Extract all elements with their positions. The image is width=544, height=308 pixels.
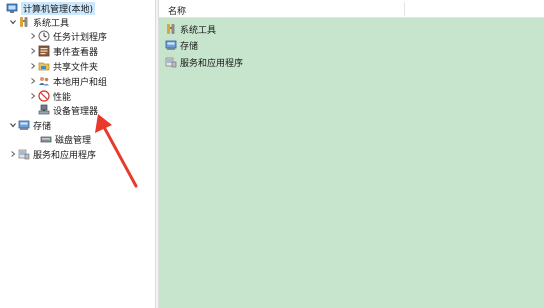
navigation-tree: 计算机管理(本地) 系统工具 任务计划程序 事件查看器 共享文件夹 本地用户和组… — [0, 0, 155, 308]
event-viewer-icon — [38, 45, 50, 57]
tree-item-services-applications[interactable]: 服务和应用程序 — [8, 147, 96, 161]
tree-item-task-scheduler[interactable]: 任务计划程序 — [28, 29, 107, 43]
tree-item-label: 系统工具 — [33, 18, 70, 29]
performance-icon — [38, 90, 50, 102]
tree-item-system-tools[interactable]: 系统工具 — [8, 15, 69, 29]
chevron-right-icon[interactable] — [28, 90, 38, 102]
system-tools-icon — [18, 16, 30, 28]
storage-icon — [165, 39, 177, 51]
column-header[interactable]: 名称 — [159, 0, 544, 18]
chevron-down-icon[interactable] — [8, 119, 18, 131]
tree-item-storage[interactable]: 存储 — [8, 118, 51, 132]
tree-item-label: 共享文件夹 — [53, 62, 99, 73]
services-apps-icon — [18, 148, 30, 160]
tree-item-label: 服务和应用程序 — [33, 150, 97, 161]
tree-item-label: 磁盘管理 — [55, 135, 92, 146]
tree-item-local-users-groups[interactable]: 本地用户和组 — [28, 74, 107, 88]
tree-item-label: 设备管理器 — [53, 106, 99, 117]
tree-root-label: 计算机管理(本地) — [21, 1, 96, 15]
services-apps-icon — [165, 56, 177, 68]
column-header-name[interactable]: 名称 — [168, 4, 186, 17]
computer-management-icon — [6, 2, 18, 14]
tree-item-label: 事件查看器 — [53, 47, 99, 58]
column-divider[interactable] — [404, 2, 405, 16]
tree-item-event-viewer[interactable]: 事件查看器 — [28, 44, 98, 58]
list-item-label: 服务和应用程序 — [180, 58, 244, 69]
shared-folder-icon — [38, 60, 50, 72]
task-scheduler-icon — [38, 30, 50, 42]
users-groups-icon — [38, 75, 50, 87]
list-item-services-applications[interactable]: 服务和应用程序 — [165, 55, 243, 69]
device-manager-icon — [38, 104, 50, 116]
content-pane: 名称 系统工具 存储 服务和应用程序 — [159, 0, 544, 308]
tree-item-label: 性能 — [53, 92, 72, 103]
list-item-system-tools[interactable]: 系统工具 — [165, 22, 216, 36]
storage-icon — [18, 119, 30, 131]
tree-item-label: 任务计划程序 — [53, 32, 108, 43]
list-item-label: 存储 — [180, 41, 199, 52]
chevron-right-icon[interactable] — [28, 30, 38, 42]
tree-item-label: 本地用户和组 — [53, 77, 108, 88]
list-item-label: 系统工具 — [180, 25, 217, 36]
chevron-right-icon[interactable] — [8, 148, 18, 160]
chevron-right-icon[interactable] — [28, 75, 38, 87]
tree-item-shared-folders[interactable]: 共享文件夹 — [28, 59, 98, 73]
chevron-right-icon[interactable] — [28, 60, 38, 72]
chevron-down-icon[interactable] — [8, 16, 18, 28]
chevron-right-icon[interactable] — [28, 45, 38, 57]
tree-item-disk-management[interactable]: 磁盘管理 — [40, 132, 91, 146]
disk-management-icon — [40, 133, 52, 145]
system-tools-icon — [165, 23, 177, 35]
tree-item-performance[interactable]: 性能 — [28, 89, 71, 103]
items-list: 系统工具 存储 服务和应用程序 — [159, 18, 544, 308]
list-item-storage[interactable]: 存储 — [165, 38, 198, 52]
tree-item-label: 存储 — [33, 121, 52, 132]
tree-item-device-manager[interactable]: 设备管理器 — [38, 103, 98, 117]
tree-root-computer-management[interactable]: 计算机管理(本地) — [6, 1, 96, 15]
